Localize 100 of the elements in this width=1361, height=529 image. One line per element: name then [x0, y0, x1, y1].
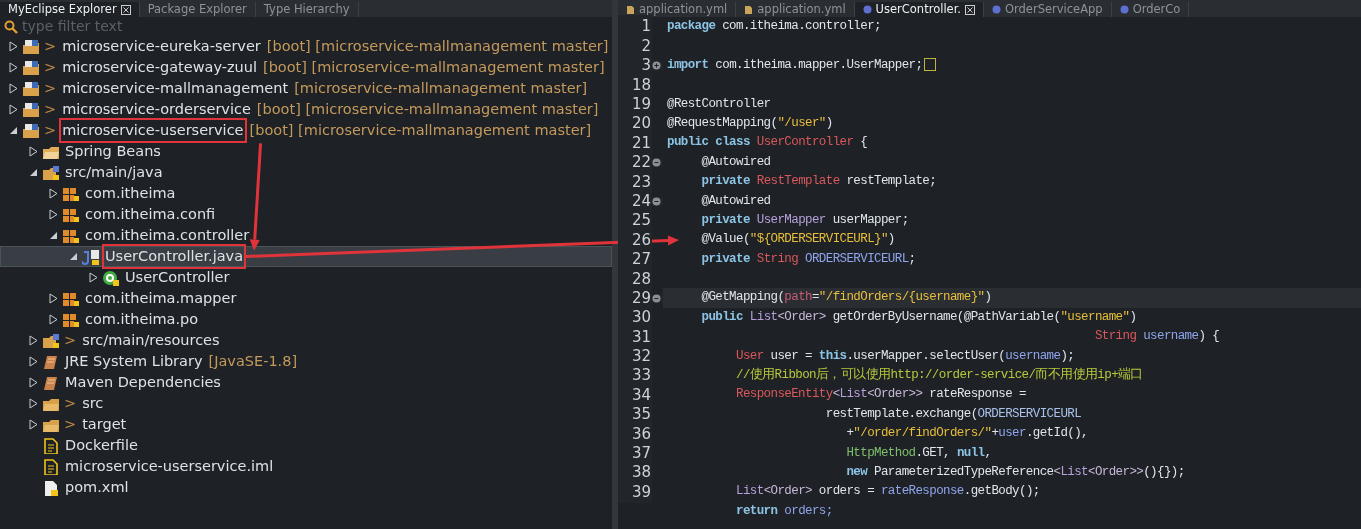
code-line: HttpMethod.GET, null, — [845, 444, 993, 462]
expand-toggle[interactable] — [68, 252, 78, 261]
expand-toggle[interactable] — [28, 335, 38, 346]
expand-toggle[interactable] — [28, 168, 38, 177]
tree-item-label[interactable]: JRE System Library — [64, 350, 204, 373]
expand-toggle[interactable] — [28, 356, 38, 367]
tree-item-label[interactable]: Spring Beans — [64, 140, 162, 163]
tree-item-label[interactable]: src — [81, 392, 105, 415]
dot-icon — [1119, 5, 1129, 14]
dot-icon — [992, 5, 1001, 14]
expand-toggle[interactable] — [28, 377, 38, 388]
change-marker: > — [44, 120, 57, 140]
code-line: @RequestMapping("/user") — [666, 114, 834, 132]
file-icon — [42, 458, 60, 475]
file-icon — [42, 479, 60, 496]
fold-icon[interactable] — [652, 60, 661, 70]
tree-item-label[interactable]: UserController.java — [104, 245, 245, 268]
tree-item-label[interactable]: pom.xml — [64, 476, 130, 499]
close-icon — [120, 4, 131, 15]
tree-item-label[interactable]: target — [81, 413, 128, 436]
code-line: package com.itheima.controller; — [666, 18, 882, 35]
folded-code-marker[interactable] — [924, 58, 937, 71]
expand-toggle[interactable] — [8, 41, 18, 52]
tree-item-label[interactable]: microservice-orderservice — [61, 98, 252, 121]
tree-item-label[interactable]: microservice-userservice.iml — [64, 455, 275, 478]
expand-toggle[interactable] — [8, 126, 18, 135]
fold-icon[interactable] — [652, 196, 661, 206]
file-icon — [744, 4, 754, 15]
line-number: 22 — [618, 151, 652, 174]
fold-icon[interactable] — [652, 293, 661, 303]
code-line: +"/order/findOrders/"+user.getId(), — [845, 425, 1089, 443]
code-line: User user = this.userMapper.selectUser(username); — [735, 347, 1076, 365]
code-line: public List<Order> getOrderByUsername(@PathVariable("username") — [700, 308, 1138, 326]
package-icon — [62, 206, 80, 223]
folder-icon — [22, 80, 40, 97]
book-icon — [42, 374, 60, 391]
tree-decoration: [microservice-mallmanagement master] — [294, 78, 588, 98]
folder-icon — [22, 122, 40, 139]
change-marker: > — [44, 57, 57, 77]
tree-item-label[interactable]: Dockerfile — [64, 434, 139, 457]
tree-decoration: [JavaSE-1.8] — [208, 351, 298, 371]
expand-toggle[interactable] — [28, 398, 38, 409]
code-line: restTemplate.exchange(ORDERSERVICEURL — [824, 405, 1083, 423]
file-icon — [42, 437, 60, 454]
tree-item-label[interactable]: com.itheima.controller — [84, 224, 251, 247]
tree-item-label[interactable]: microservice-mallmanagement — [61, 77, 290, 100]
expand-toggle[interactable] — [28, 146, 38, 157]
tree-item-label[interactable]: src/main/resources — [81, 329, 221, 352]
code-line: String username) { — [1093, 328, 1221, 346]
package-icon — [62, 311, 80, 328]
expand-toggle[interactable] — [8, 62, 18, 73]
code-line: @RestController — [666, 95, 772, 113]
expand-toggle[interactable] — [48, 231, 58, 240]
tree-item-label[interactable]: microservice-gateway-zuul — [61, 56, 258, 79]
tree-item-label[interactable]: UserController — [124, 266, 231, 289]
line-number: 35 — [618, 403, 652, 426]
package-icon — [62, 290, 80, 307]
code-line: ResponseEntity<List<Order>> rateResponse = — [735, 386, 1027, 404]
change-marker: > — [64, 330, 77, 350]
change-marker: > — [44, 99, 57, 119]
close-icon — [965, 4, 975, 15]
file-icon — [82, 248, 100, 265]
expand-toggle[interactable] — [28, 419, 38, 430]
filter-field[interactable]: type filter text — [22, 16, 322, 37]
line-number: 25 — [618, 209, 652, 232]
dot-icon — [862, 5, 872, 14]
tab[interactable]: UserController. — [854, 2, 984, 17]
package-icon — [62, 185, 80, 202]
tree-item-label[interactable]: src/main/java — [64, 161, 164, 184]
code-line: new ParameterizedTypeReference<List<Order>>(){}); — [845, 464, 1186, 481]
code-line: private UserMapper userMapper; — [700, 211, 910, 229]
tree-item-label[interactable]: com.itheima.po — [84, 308, 200, 331]
tree-item-label[interactable]: Maven Dependencies — [64, 371, 222, 394]
change-marker: > — [44, 36, 57, 56]
code-line: @Value("${ORDERSERVICEURL}") — [700, 231, 896, 249]
tree-decoration: [boot] [microservice-mallmanagement master] — [263, 57, 605, 77]
code-line: import com.itheima.mapper.UserMapper; — [663, 55, 1361, 76]
expand-toggle[interactable] — [8, 83, 18, 94]
tab[interactable]: OrderCo — [1111, 2, 1190, 17]
change-marker: > — [64, 414, 77, 434]
tree-item-label[interactable]: microservice-userservice — [61, 119, 245, 142]
expand-toggle[interactable] — [48, 209, 58, 220]
expand-toggle[interactable] — [48, 314, 58, 325]
tab[interactable]: application.yml — [736, 2, 855, 17]
expand-toggle[interactable] — [88, 272, 98, 283]
expand-toggle[interactable] — [48, 293, 58, 304]
search-icon — [4, 19, 18, 34]
expand-toggle[interactable] — [8, 104, 18, 115]
file-icon — [626, 4, 635, 15]
tab[interactable]: OrderServiceApp — [984, 2, 1112, 17]
selected-row[interactable]: UserController.java — [0, 246, 612, 267]
tab[interactable]: MyEclipse Explorer — [0, 2, 140, 17]
tree-item-label[interactable]: microservice-eureka-server — [61, 35, 262, 58]
expand-toggle[interactable] — [48, 188, 58, 199]
line-number: 27 — [618, 248, 652, 271]
tree-item-label[interactable]: com.itheima.confi — [84, 203, 217, 226]
fold-icon[interactable] — [652, 157, 661, 167]
tree-item-label[interactable]: com.itheima — [84, 182, 177, 205]
code-line: //使用Ribbon后，可以使用http://order-service/而不用使用ip+端口 — [735, 366, 1144, 385]
tree-item-label[interactable]: com.itheima.mapper — [84, 287, 238, 310]
